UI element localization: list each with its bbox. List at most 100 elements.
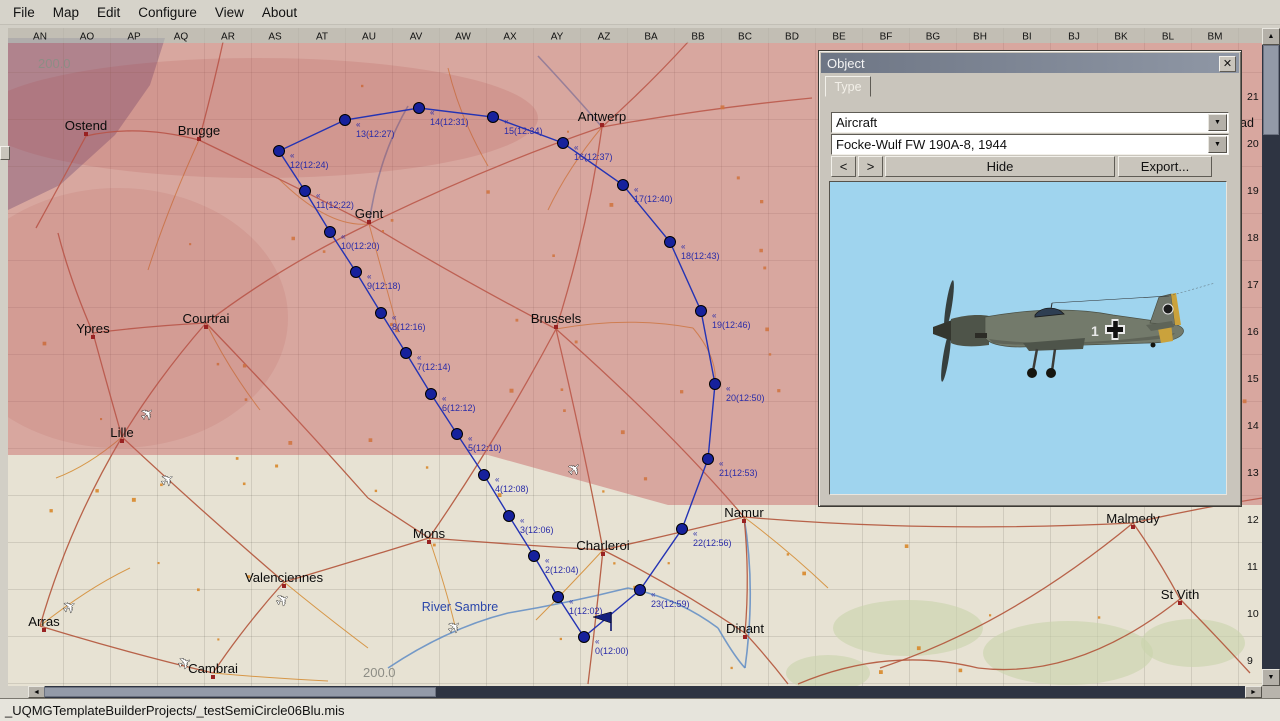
waypoint-marker[interactable] bbox=[676, 523, 688, 535]
waypoint-label: 21(12:53) bbox=[719, 468, 758, 478]
waypoint-label: 19(12:46) bbox=[712, 320, 751, 330]
menu-item-edit[interactable]: Edit bbox=[88, 3, 129, 22]
waypoint-label: 3(12:06) bbox=[520, 525, 554, 535]
waypoint-marker[interactable] bbox=[709, 378, 721, 390]
town-dot bbox=[613, 562, 616, 565]
tab-type[interactable]: Type bbox=[825, 76, 871, 97]
town-dot bbox=[275, 464, 279, 468]
column-header: BA bbox=[644, 32, 658, 43]
previous-object-button[interactable]: < bbox=[831, 156, 856, 177]
close-icon[interactable]: ✕ bbox=[1219, 56, 1236, 72]
waypoint-direction-icon: « bbox=[367, 272, 372, 281]
column-header: BC bbox=[738, 32, 752, 43]
waypoint-marker[interactable] bbox=[487, 111, 499, 123]
waypoint-marker[interactable] bbox=[339, 114, 351, 126]
menu-item-configure[interactable]: Configure bbox=[129, 3, 206, 22]
waypoint-marker[interactable] bbox=[552, 591, 564, 603]
waypoint-label: 16(12:37) bbox=[574, 152, 613, 162]
export-button[interactable]: Export... bbox=[1118, 156, 1212, 177]
column-header: BM bbox=[1208, 32, 1223, 43]
river-label: River Sambre bbox=[422, 600, 498, 614]
next-object-button[interactable]: > bbox=[858, 156, 883, 177]
waypoint-label: 6(12:12) bbox=[442, 403, 476, 413]
antenna-wire bbox=[1051, 295, 1170, 304]
waypoint-marker[interactable] bbox=[299, 185, 311, 197]
waypoint-marker[interactable] bbox=[451, 428, 463, 440]
waypoint-label: 4(12:08) bbox=[495, 484, 529, 494]
waypoint-marker[interactable] bbox=[702, 453, 714, 465]
waypoint-marker[interactable] bbox=[664, 236, 676, 248]
waypoint-label: 0(12:00) bbox=[595, 646, 629, 656]
column-header: AT bbox=[316, 32, 328, 43]
aircraft-image: 1 bbox=[933, 280, 1216, 382]
scale-label-top: 200.0 bbox=[38, 56, 71, 71]
chevron-down-icon[interactable]: ▼ bbox=[1208, 136, 1227, 153]
waypoint-marker[interactable] bbox=[375, 307, 387, 319]
object-type-select[interactable]: Aircraft ▼ bbox=[831, 112, 1229, 133]
waypoint-marker[interactable] bbox=[634, 584, 646, 596]
column-header: BJ bbox=[1068, 32, 1080, 43]
waypoint-marker[interactable] bbox=[400, 347, 412, 359]
waypoint-label: 5(12:10) bbox=[468, 443, 502, 453]
waypoint-marker[interactable] bbox=[503, 510, 515, 522]
menu-item-map[interactable]: Map bbox=[44, 3, 88, 22]
scroll-down-icon[interactable]: ▼ bbox=[1262, 669, 1280, 686]
row-header: 11 bbox=[1247, 561, 1258, 573]
status-bar: _UQMGTemplateBuilderProjects/_testSemiCi… bbox=[0, 698, 1280, 721]
object-panel-titlebar[interactable]: Object ✕ bbox=[821, 53, 1239, 73]
column-header: BH bbox=[973, 32, 987, 43]
waypoint-marker[interactable] bbox=[557, 137, 569, 149]
splitter-handle[interactable] bbox=[0, 146, 10, 160]
town-dot bbox=[157, 562, 160, 565]
waypoint-marker[interactable] bbox=[425, 388, 437, 400]
waypoint-marker[interactable] bbox=[695, 305, 707, 317]
waypoint-direction-icon: « bbox=[290, 151, 295, 160]
waypoint-marker[interactable] bbox=[528, 550, 540, 562]
waypoint-label: 2(12:04) bbox=[545, 565, 579, 575]
row-header: 14 bbox=[1247, 420, 1259, 432]
waypoint-direction-icon: « bbox=[569, 597, 574, 606]
waypoint-marker[interactable] bbox=[350, 266, 362, 278]
waypoint-label: 13(12:27) bbox=[356, 129, 395, 139]
scroll-up-icon[interactable]: ▲ bbox=[1262, 28, 1280, 45]
partial-map-label: ad bbox=[1240, 116, 1254, 130]
town-dot bbox=[49, 509, 53, 513]
town-dot bbox=[916, 646, 921, 651]
vertical-scroll-thumb[interactable] bbox=[1263, 45, 1279, 135]
scroll-left-icon[interactable]: ◄ bbox=[28, 686, 45, 698]
waypoint-marker[interactable] bbox=[478, 469, 490, 481]
city-label: Namur bbox=[724, 505, 764, 520]
object-model-select[interactable]: Focke-Wulf FW 190A-8, 1944 ▼ bbox=[831, 134, 1229, 155]
menu-item-file[interactable]: File bbox=[4, 3, 44, 22]
waypoint-direction-icon: « bbox=[504, 117, 509, 126]
town-dot bbox=[217, 638, 220, 641]
column-header: BI bbox=[1022, 32, 1031, 43]
horizontal-scrollbar[interactable]: ◄ ► bbox=[28, 686, 1262, 698]
waypoint-marker[interactable] bbox=[617, 179, 629, 191]
city-label: St Vith bbox=[1161, 587, 1200, 602]
waypoint-label: 11(12:22) bbox=[316, 200, 354, 210]
row-header: 15 bbox=[1247, 373, 1259, 385]
waypoint-marker[interactable] bbox=[273, 145, 285, 157]
town-dot bbox=[904, 544, 909, 548]
waypoint-marker[interactable] bbox=[413, 102, 425, 114]
waypoint-marker[interactable] bbox=[578, 631, 590, 643]
status-text: _UQMGTemplateBuilderProjects/_testSemiCi… bbox=[5, 702, 345, 718]
menu-item-view[interactable]: View bbox=[206, 3, 253, 22]
hide-button[interactable]: Hide bbox=[885, 156, 1115, 177]
waypoint-direction-icon: « bbox=[341, 232, 346, 241]
chevron-down-icon[interactable]: ▼ bbox=[1208, 114, 1227, 131]
scroll-right-icon[interactable]: ► bbox=[1245, 686, 1262, 698]
vertical-scrollbar[interactable]: ▲ ▼ bbox=[1262, 28, 1280, 686]
town-dot bbox=[432, 543, 436, 547]
wheel bbox=[1046, 368, 1056, 378]
tail-wheel bbox=[1150, 342, 1156, 348]
column-header: AQ bbox=[174, 32, 189, 43]
horizontal-scroll-thumb[interactable] bbox=[44, 687, 436, 697]
city-label: Courtrai bbox=[183, 311, 230, 326]
object-panel: Object ✕ Type Aircraft ▼ Focke-Wulf FW 1… bbox=[818, 50, 1242, 507]
waypoint-direction-icon: « bbox=[356, 120, 361, 129]
waypoint-marker[interactable] bbox=[324, 226, 336, 238]
aircraft-number: 1 bbox=[1091, 323, 1099, 339]
menu-item-about[interactable]: About bbox=[253, 3, 306, 22]
